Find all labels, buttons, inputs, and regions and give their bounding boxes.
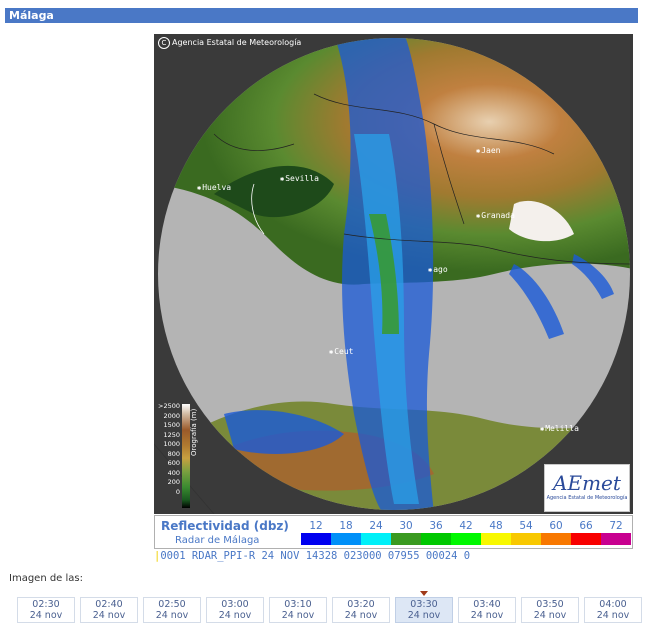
legend-value-12: 12	[309, 520, 323, 532]
page-title: Málaga	[5, 8, 638, 23]
reflectivity-legend: Reflectividad (dbz) Radar de Málaga 12 18…	[154, 515, 633, 549]
city-label-granada: Granada	[476, 211, 515, 220]
timeline-time: 02:50	[158, 599, 186, 610]
credit-text: C Agencia Estatal de Meteorología	[158, 37, 301, 49]
legend-swatch-36	[421, 533, 451, 545]
timeline: 02:30 24 nov 02:40 24 nov 02:50 24 nov 03:00 24…	[17, 591, 650, 625]
legend-value-54: 54	[519, 520, 533, 532]
legend-swatch-24	[361, 533, 391, 545]
city-label-melilla: Melilla	[540, 424, 579, 433]
radar-image-panel: CAgencia Estatal de Meteorología Jaen Gr…	[154, 34, 633, 564]
timeline-date: 24 nov	[281, 610, 315, 621]
city-label-ceuta: Ceut	[329, 347, 353, 356]
legend-value-42: 42	[459, 520, 473, 532]
timeline-item-0230[interactable]: 02:30 24 nov	[17, 597, 75, 623]
legend-swatch-54	[511, 533, 541, 545]
timeline-item-0310[interactable]: 03:10 24 nov	[269, 597, 327, 623]
timeline-time: 03:40	[473, 599, 501, 610]
orography-title: Orografía (m)	[190, 408, 198, 456]
legend-value-18: 18	[339, 520, 353, 532]
city-label-jaen: Jaen	[476, 146, 500, 155]
legend-value-48: 48	[489, 520, 503, 532]
copyright-icon: C	[158, 37, 170, 49]
timeline-label: Imagen de las:	[9, 573, 83, 584]
orography-color-bar	[182, 404, 190, 508]
legend-swatch-30	[391, 533, 421, 545]
timeline-time: 03:00	[221, 599, 249, 610]
legend-value-24: 24	[369, 520, 383, 532]
timeline-date: 24 nov	[218, 610, 252, 621]
timeline-item-0340[interactable]: 03:40 24 nov	[458, 597, 516, 623]
aemet-logo: AEmet Agencia Estatal de Meteorología	[544, 464, 630, 512]
legend-swatch-12	[301, 533, 331, 545]
legend-swatch-18	[331, 533, 361, 545]
timeline-time: 03:50	[536, 599, 564, 610]
legend-value-30: 30	[399, 520, 413, 532]
timeline-date: 24 nov	[155, 610, 189, 621]
city-label-malaga: ago	[428, 265, 447, 274]
timeline-item-0300[interactable]: 03:00 24 nov	[206, 597, 264, 623]
radar-map	[154, 34, 633, 514]
radar-info-line: |0001 RDAR_PPI-R 24 NOV 14328 023000 079…	[154, 549, 633, 564]
city-label-sevilla: Sevilla	[280, 174, 319, 183]
legend-swatch-42	[451, 533, 481, 545]
legend-swatch-72	[601, 533, 631, 545]
timeline-time: 02:40	[95, 599, 123, 610]
timeline-date: 24 nov	[533, 610, 567, 621]
timeline-time: 03:30	[410, 599, 438, 610]
timeline-time: 04:00	[599, 599, 627, 610]
timeline-time: 02:30	[32, 599, 60, 610]
legend-subtitle: Radar de Málaga	[175, 535, 260, 546]
legend-value-66: 66	[579, 520, 593, 532]
legend-swatch-48	[481, 533, 511, 545]
legend-value-72: 72	[609, 520, 623, 532]
timeline-time: 03:20	[347, 599, 375, 610]
timeline-date: 24 nov	[344, 610, 378, 621]
timeline-item-0240[interactable]: 02:40 24 nov	[80, 597, 138, 623]
timeline-item-0320[interactable]: 03:20 24 nov	[332, 597, 390, 623]
legend-scale: 12 18 24 30 36 42 48 54 60 66 72	[301, 519, 631, 545]
selected-marker-icon	[420, 591, 428, 596]
timeline-item-0250[interactable]: 02:50 24 nov	[143, 597, 201, 623]
legend-value-36: 36	[429, 520, 443, 532]
timeline-date: 24 nov	[596, 610, 630, 621]
city-label-huelva: Huelva	[197, 183, 231, 192]
legend-swatch-60	[541, 533, 571, 545]
timeline-date: 24 nov	[470, 610, 504, 621]
timeline-item-0330[interactable]: 03:30 24 nov	[395, 597, 453, 623]
legend-title: Reflectividad (dbz)	[161, 519, 289, 533]
timeline-date: 24 nov	[29, 610, 63, 621]
timeline-date: 24 nov	[92, 610, 126, 621]
orography-scale-labels: >2500 2000 1500 1250 1000 800 600 400 20…	[158, 402, 180, 496]
timeline-item-0350[interactable]: 03:50 24 nov	[521, 597, 579, 623]
timeline-date: 24 nov	[407, 610, 441, 621]
timeline-time: 03:10	[284, 599, 312, 610]
timeline-item-0400[interactable]: 04:00 24 nov	[584, 597, 642, 623]
legend-swatch-66	[571, 533, 601, 545]
legend-value-60: 60	[549, 520, 563, 532]
